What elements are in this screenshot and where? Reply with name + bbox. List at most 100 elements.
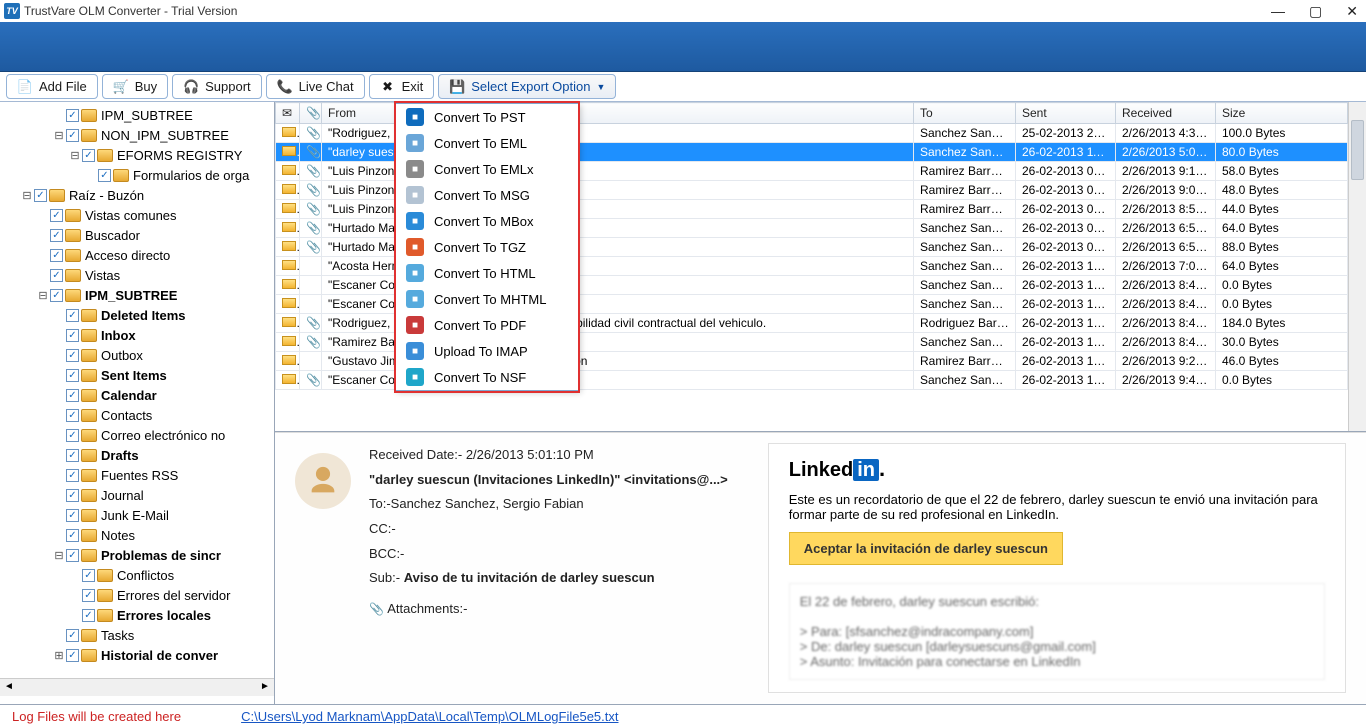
tree-node[interactable]: Fuentes RSS: [4, 465, 274, 485]
tree-h-scrollbar[interactable]: ◄►: [0, 678, 274, 696]
checkbox[interactable]: [66, 649, 79, 662]
checkbox[interactable]: [82, 569, 95, 582]
select-export-option-button[interactable]: 💾 Select Export Option ▼: [438, 74, 616, 99]
checkbox[interactable]: [66, 409, 79, 422]
checkbox[interactable]: [66, 369, 79, 382]
buy-button[interactable]: 🛒 Buy: [102, 74, 168, 99]
checkbox[interactable]: [34, 189, 47, 202]
checkbox[interactable]: [82, 589, 95, 602]
checkbox[interactable]: [66, 389, 79, 402]
checkbox[interactable]: [66, 489, 79, 502]
checkbox[interactable]: [50, 229, 63, 242]
tree-label: Inbox: [101, 328, 136, 343]
tree-node[interactable]: IPM_SUBTREE: [4, 105, 274, 125]
tree-node[interactable]: ⊞Historial de conver: [4, 645, 274, 665]
export-menu-item[interactable]: ■Convert To MSG: [396, 182, 578, 208]
tree-node[interactable]: Outbox: [4, 345, 274, 365]
checkbox[interactable]: [66, 509, 79, 522]
export-menu-item[interactable]: ■Convert To NSF: [396, 364, 578, 390]
toggle-icon[interactable]: ⊟: [36, 289, 50, 302]
export-menu-item[interactable]: ■Convert To HTML: [396, 260, 578, 286]
checkbox[interactable]: [66, 349, 79, 362]
tree-node[interactable]: ⊟Problemas de sincr: [4, 545, 274, 565]
col-attachment-icon[interactable]: 📎: [300, 103, 322, 124]
tree-node[interactable]: Deleted Items: [4, 305, 274, 325]
tree-node[interactable]: Errores locales: [4, 605, 274, 625]
checkbox[interactable]: [66, 629, 79, 642]
tree-node[interactable]: Calendar: [4, 385, 274, 405]
checkbox[interactable]: [50, 249, 63, 262]
mail-icon: [276, 371, 300, 390]
col-mail-icon[interactable]: ✉: [276, 103, 300, 124]
close-button[interactable]: ✕: [1346, 3, 1358, 20]
tree-node[interactable]: Correo electrónico no: [4, 425, 274, 445]
tree-node[interactable]: Tasks: [4, 625, 274, 645]
checkbox[interactable]: [66, 329, 79, 342]
tree-node[interactable]: Journal: [4, 485, 274, 505]
grid-v-scrollbar[interactable]: [1348, 102, 1366, 431]
folder-icon: [81, 409, 97, 422]
toggle-icon[interactable]: ⊞: [52, 649, 66, 662]
tree-node[interactable]: Buscador: [4, 225, 274, 245]
checkbox[interactable]: [66, 309, 79, 322]
col-size[interactable]: Size: [1216, 103, 1348, 124]
checkbox[interactable]: [98, 169, 111, 182]
tree-node[interactable]: ⊟IPM_SUBTREE: [4, 285, 274, 305]
export-menu-item[interactable]: ■Convert To EML: [396, 130, 578, 156]
minimize-button[interactable]: —: [1271, 3, 1285, 20]
folder-icon: [81, 369, 97, 382]
export-menu-item[interactable]: ■Convert To MBox: [396, 208, 578, 234]
tree-node[interactable]: Acceso directo: [4, 245, 274, 265]
folder-icon: [81, 449, 97, 462]
checkbox[interactable]: [82, 149, 95, 162]
log-path-link[interactable]: C:\Users\Lyod Marknam\AppData\Local\Temp…: [241, 709, 618, 724]
support-button[interactable]: 🎧 Support: [172, 74, 262, 99]
tree-node[interactable]: Conflictos: [4, 565, 274, 585]
tree-node[interactable]: Notes: [4, 525, 274, 545]
checkbox[interactable]: [66, 469, 79, 482]
folder-tree[interactable]: IPM_SUBTREE⊟NON_IPM_SUBTREE⊟EFORMS REGIS…: [0, 102, 274, 678]
checkbox[interactable]: [50, 289, 63, 302]
checkbox[interactable]: [66, 449, 79, 462]
export-menu-item[interactable]: ■Convert To TGZ: [396, 234, 578, 260]
checkbox[interactable]: [66, 549, 79, 562]
tree-node[interactable]: Inbox: [4, 325, 274, 345]
tree-node[interactable]: Vistas comunes: [4, 205, 274, 225]
export-menu-item[interactable]: ■Convert To MHTML: [396, 286, 578, 312]
toggle-icon[interactable]: ⊟: [52, 549, 66, 562]
checkbox[interactable]: [66, 529, 79, 542]
tree-node[interactable]: Drafts: [4, 445, 274, 465]
checkbox[interactable]: [82, 609, 95, 622]
export-menu-item[interactable]: ■Upload To IMAP: [396, 338, 578, 364]
checkbox[interactable]: [50, 269, 63, 282]
exit-button[interactable]: ✖ Exit: [369, 74, 435, 99]
export-menu-item[interactable]: ■Convert To PDF: [396, 312, 578, 338]
tree-label: Tasks: [101, 628, 134, 643]
checkbox[interactable]: [66, 109, 79, 122]
accept-invitation-button[interactable]: Aceptar la invitación de darley suescun: [789, 532, 1063, 565]
folder-icon: [81, 129, 97, 142]
toggle-icon[interactable]: ⊟: [20, 189, 34, 202]
tree-node[interactable]: Junk E-Mail: [4, 505, 274, 525]
tree-node[interactable]: Sent Items: [4, 365, 274, 385]
tree-node[interactable]: Contacts: [4, 405, 274, 425]
tree-node[interactable]: Formularios de orga: [4, 165, 274, 185]
toggle-icon[interactable]: ⊟: [52, 129, 66, 142]
add-file-button[interactable]: 📄 Add File: [6, 74, 98, 99]
col-sent[interactable]: Sent: [1016, 103, 1116, 124]
checkbox[interactable]: [50, 209, 63, 222]
checkbox[interactable]: [66, 429, 79, 442]
tree-node[interactable]: Vistas: [4, 265, 274, 285]
tree-node[interactable]: ⊟Raíz - Buzón: [4, 185, 274, 205]
checkbox[interactable]: [66, 129, 79, 142]
tree-node[interactable]: Errores del servidor: [4, 585, 274, 605]
col-received[interactable]: Received: [1116, 103, 1216, 124]
tree-node[interactable]: ⊟NON_IPM_SUBTREE: [4, 125, 274, 145]
toggle-icon[interactable]: ⊟: [68, 149, 82, 162]
col-to[interactable]: To: [914, 103, 1016, 124]
export-menu-item[interactable]: ■Convert To EMLx: [396, 156, 578, 182]
maximize-button[interactable]: ▢: [1309, 3, 1322, 20]
export-menu-item[interactable]: ■Convert To PST: [396, 104, 578, 130]
live-chat-button[interactable]: 📞 Live Chat: [266, 74, 365, 99]
tree-node[interactable]: ⊟EFORMS REGISTRY: [4, 145, 274, 165]
